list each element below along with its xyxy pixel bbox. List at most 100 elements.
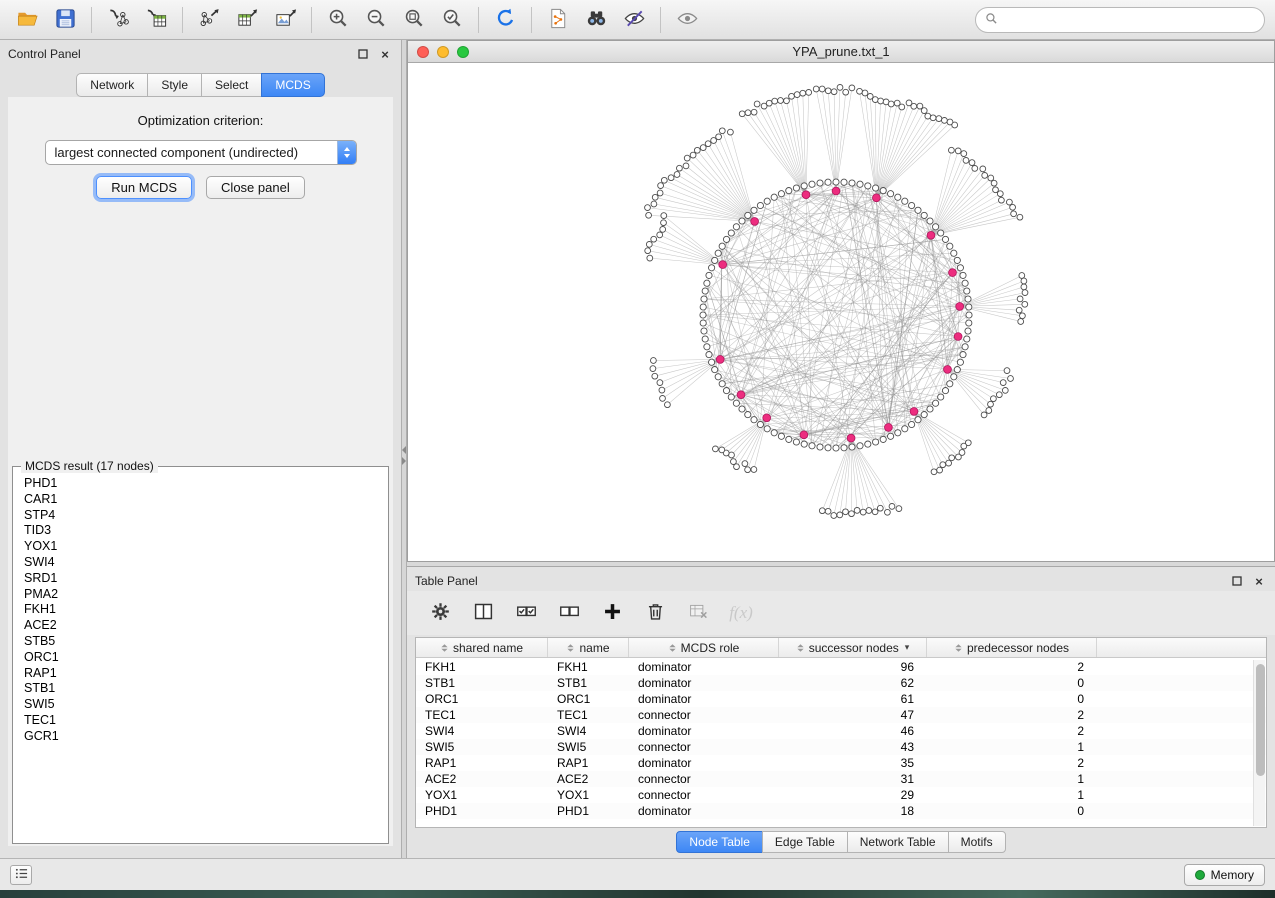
open-session-button[interactable] (8, 4, 46, 36)
export-network-icon (198, 7, 221, 33)
select-all-button[interactable] (513, 600, 539, 626)
cell: RAP1 (548, 755, 629, 771)
import-network-button[interactable] (99, 4, 137, 36)
memory-label: Memory (1211, 868, 1254, 882)
add-column-button[interactable] (599, 600, 625, 626)
search-field[interactable] (975, 7, 1265, 33)
apply-layout-button[interactable] (486, 4, 524, 36)
close-panel-button[interactable]: × (377, 46, 393, 62)
cell: dominator (629, 675, 779, 691)
column-header-successor-nodes[interactable]: successor nodes▾ (779, 638, 927, 657)
table-row[interactable]: TEC1TEC1connector472 (416, 707, 1266, 723)
function-builder-button[interactable]: f(x) (728, 600, 754, 626)
mcds-result-group: MCDS result (17 nodes) PHD1CAR1STP4TID3Y… (12, 466, 389, 844)
tab-network-table[interactable]: Network Table (847, 831, 949, 853)
mcds-result-item[interactable]: SWI4 (14, 555, 387, 571)
close-panel-action-button[interactable]: Close panel (206, 176, 305, 199)
show-hidden-button[interactable] (668, 4, 706, 36)
table-row[interactable]: YOX1YOX1connector291 (416, 787, 1266, 803)
mcds-result-item[interactable]: RAP1 (14, 666, 387, 682)
tab-edge-table[interactable]: Edge Table (762, 831, 848, 853)
table-row[interactable]: RAP1RAP1dominator352 (416, 755, 1266, 771)
columns-icon (473, 601, 494, 625)
float-table-panel-button[interactable] (1229, 573, 1245, 589)
eye-icon (676, 7, 699, 33)
sort-icon (566, 643, 575, 653)
column-header-predecessor-nodes[interactable]: predecessor nodes (927, 638, 1097, 657)
memory-button[interactable]: Memory (1184, 864, 1265, 886)
zoom-fit-button[interactable] (395, 4, 433, 36)
zoom-selected-icon (441, 7, 464, 33)
mcds-result-item[interactable]: TEC1 (14, 713, 387, 729)
share-document-button[interactable] (539, 4, 577, 36)
tab-motifs[interactable]: Motifs (948, 831, 1006, 853)
table-settings-button[interactable] (427, 600, 453, 626)
table-row[interactable]: PHD1PHD1dominator180 (416, 803, 1266, 819)
table-row[interactable]: STB1STB1dominator620 (416, 675, 1266, 691)
node-table: shared namenameMCDS rolesuccessor nodes▾… (415, 637, 1267, 828)
tab-style[interactable]: Style (147, 73, 202, 97)
float-panel-button[interactable] (355, 46, 371, 62)
deselect-all-button[interactable] (556, 600, 582, 626)
scrollbar-thumb[interactable] (1256, 664, 1265, 776)
zoom-out-button[interactable] (357, 4, 395, 36)
table-row[interactable]: SWI4SWI4dominator462 (416, 723, 1266, 739)
delete-column-button[interactable] (642, 600, 668, 626)
table-row[interactable]: SWI5SWI5connector431 (416, 739, 1266, 755)
mcds-result-item[interactable]: TID3 (14, 523, 387, 539)
export-image-button[interactable] (266, 4, 304, 36)
network-title: YPA_prune.txt_1 (408, 44, 1274, 59)
run-mcds-button[interactable]: Run MCDS (96, 176, 192, 199)
control-panel-header: Control Panel × (0, 40, 401, 68)
mcds-result-item[interactable]: SRD1 (14, 571, 387, 587)
mcds-result-item[interactable]: GCR1 (14, 729, 387, 745)
mcds-tab-content: Optimization criterion: largest connecte… (8, 97, 393, 846)
column-header-empty (1097, 638, 1266, 657)
cell: 0 (927, 803, 1097, 819)
tab-mcds[interactable]: MCDS (261, 73, 324, 97)
import-table-button[interactable] (137, 4, 175, 36)
panel-menu-button[interactable] (10, 865, 32, 885)
table-row[interactable]: ORC1ORC1dominator610 (416, 691, 1266, 707)
mcds-result-item[interactable]: PMA2 (14, 587, 387, 603)
table-row[interactable]: FKH1FKH1dominator962 (416, 659, 1266, 675)
tab-node-table[interactable]: Node Table (676, 831, 763, 853)
mcds-result-item[interactable]: ACE2 (14, 618, 387, 634)
column-header-name[interactable]: name (548, 638, 629, 657)
binoculars-search-button[interactable] (577, 4, 615, 36)
column-header-shared-name[interactable]: shared name (416, 638, 548, 657)
tab-network[interactable]: Network (76, 73, 148, 97)
tab-select[interactable]: Select (201, 73, 262, 97)
export-network-button[interactable] (190, 4, 228, 36)
save-session-button[interactable] (46, 4, 84, 36)
mcds-result-item[interactable]: STP4 (14, 508, 387, 524)
mcds-result-item[interactable]: FKH1 (14, 602, 387, 618)
show-columns-button[interactable] (470, 600, 496, 626)
column-header-mcds-role[interactable]: MCDS role (629, 638, 779, 657)
delete-table-button[interactable] (685, 600, 711, 626)
mcds-result-item[interactable]: YOX1 (14, 539, 387, 555)
import-table-icon (145, 7, 168, 33)
mcds-result-list[interactable]: PHD1CAR1STP4TID3YOX1SWI4SRD1PMA2FKH1ACE2… (14, 468, 387, 842)
export-table-button[interactable] (228, 4, 266, 36)
hide-selected-button[interactable] (615, 4, 653, 36)
table-row[interactable]: ACE2ACE2connector311 (416, 771, 1266, 787)
optimization-criterion-select[interactable]: largest connected component (undirected) (45, 140, 357, 165)
search-input[interactable] (1003, 10, 1264, 30)
zoom-selected-button[interactable] (433, 4, 471, 36)
network-canvas[interactable] (408, 63, 1274, 561)
mcds-result-item[interactable]: CAR1 (14, 492, 387, 508)
toolbar-separator (311, 7, 312, 33)
mcds-result-item[interactable]: STB1 (14, 681, 387, 697)
mcds-result-item[interactable]: ORC1 (14, 650, 387, 666)
cell: PHD1 (548, 803, 629, 819)
table-scrollbar[interactable] (1253, 660, 1265, 826)
cell: dominator (629, 691, 779, 707)
mcds-result-item[interactable]: SWI5 (14, 697, 387, 713)
cell: dominator (629, 803, 779, 819)
mcds-result-item[interactable]: PHD1 (14, 476, 387, 492)
open-folder-icon (16, 7, 39, 33)
close-table-panel-button[interactable]: × (1251, 573, 1267, 589)
zoom-in-button[interactable] (319, 4, 357, 36)
mcds-result-item[interactable]: STB5 (14, 634, 387, 650)
